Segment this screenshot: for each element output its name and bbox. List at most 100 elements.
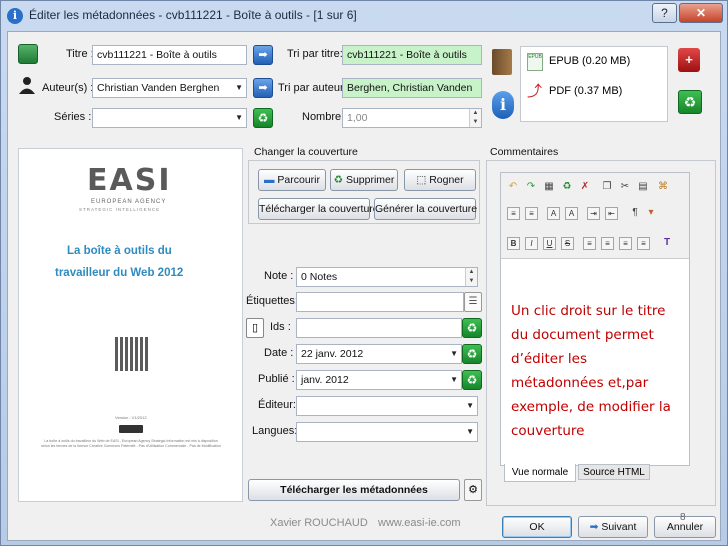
chevron-down-icon: ▼ [466, 401, 474, 410]
dialog-body: Titre : cvb111221 - Boîte à outils ➡ Tri… [7, 31, 721, 541]
remove-format-icon[interactable]: ✗ [577, 179, 593, 195]
clear-date-button[interactable]: ♻ [462, 344, 482, 364]
remove-format-button[interactable]: ♻ [678, 90, 702, 114]
tags-input[interactable] [296, 292, 464, 312]
align-center-icon[interactable]: ≡ [601, 237, 614, 250]
copy-author-sort-button[interactable]: ➡ [253, 78, 273, 98]
clear-ids-button[interactable]: ♻ [462, 318, 482, 338]
author-person-icon[interactable] [18, 76, 36, 94]
add-format-icon[interactable]: + [678, 48, 700, 72]
book-icon[interactable] [492, 49, 512, 75]
chevron-down-icon: ▼ [235, 83, 243, 92]
number-label: Nombre: [302, 111, 345, 123]
paste-icon[interactable]: ▤ [635, 179, 651, 195]
date-combo[interactable]: 22 janv. 2012 ▼ [296, 344, 462, 364]
series-number-value: 1,00 [347, 112, 368, 124]
format-item-epub[interactable]: EPUB (0.20 MB) [549, 55, 630, 67]
sort-title-input[interactable]: cvb111221 - Boîte à outils [342, 45, 482, 65]
chevron-down-icon: ▼ [450, 375, 458, 384]
metadata-settings-icon[interactable]: ⚙ [464, 479, 482, 501]
download-cover-button[interactable]: Télécharger la couverture [258, 198, 379, 220]
cover-title-line1: La boîte à outils du [67, 245, 172, 257]
metadata-dialog: i Éditer les métadonnées - cvb111221 - B… [0, 0, 728, 546]
superscript-icon[interactable]: A [547, 207, 560, 220]
undo-icon[interactable]: ↶ [505, 179, 521, 195]
format-item-pdf[interactable]: PDF (0.37 MB) [549, 85, 622, 97]
cut-icon[interactable]: ✂ [617, 179, 633, 195]
next-button[interactable]: ➡ Suivant [578, 516, 648, 538]
info-icon: i [7, 8, 23, 24]
epub-icon: EPUB [527, 53, 543, 71]
recycle-icon[interactable]: ♻ [559, 179, 575, 195]
title-input[interactable]: cvb111221 - Boîte à outils [92, 45, 247, 65]
ok-button[interactable]: OK [502, 516, 572, 538]
close-button[interactable]: ✕ [679, 3, 723, 23]
author-value: Christian Vanden Berghen [97, 82, 220, 94]
strikethrough-icon[interactable]: S [561, 237, 574, 250]
edit-tags-icon[interactable]: ☰ [464, 292, 482, 312]
outdent-icon[interactable]: ⇤ [605, 207, 618, 220]
sort-title-label: Tri par titre: [287, 48, 343, 60]
info-icon[interactable]: i [492, 91, 514, 119]
title-bar: i Éditer les métadonnées - cvb111221 - B… [1, 1, 727, 29]
bullet-list-icon[interactable]: ≡ [507, 207, 520, 220]
editor-toolbar: ↶ ↷ ▦ ♻ ✗ ❐ ✂ ▤ ⌘ ≡ ≡ A A ⇥ ⇤ ¶ ▾ B I U [501, 173, 689, 259]
tab-normal-view[interactable]: Vue normale [504, 464, 576, 482]
spin-buttons[interactable]: ▲ ▼ [465, 268, 477, 286]
publisher-combo[interactable]: ▼ [296, 396, 478, 416]
recycle-icon: ♻ [333, 174, 344, 186]
spin-buttons[interactable]: ▲ ▼ [469, 109, 481, 127]
copy-title-sort-button[interactable]: ➡ [253, 45, 273, 65]
download-metadata-button[interactable]: Télécharger les métadonnées [248, 479, 460, 501]
numbered-list-icon[interactable]: ≡ [525, 207, 538, 220]
comments-editor[interactable]: ↶ ↷ ▦ ♻ ✗ ❐ ✂ ▤ ⌘ ≡ ≡ A A ⇥ ⇤ ¶ ▾ B I U [500, 172, 690, 466]
help-button[interactable]: ? [652, 3, 677, 23]
pdf-icon: ⤴ [527, 83, 543, 100]
select-all-icon[interactable]: ▦ [541, 179, 557, 195]
italic-icon[interactable]: I [525, 237, 538, 250]
cover-title-line2: travailleur du Web 2012 [55, 267, 184, 279]
cover-license-text: La boîte à outils du travailleur du Web … [41, 439, 221, 448]
languages-combo[interactable]: ▼ [296, 422, 478, 442]
footer-author: Xavier ROUCHAUD [270, 517, 368, 529]
trim-cover-button[interactable]: ⬚ Rogner [404, 169, 476, 191]
align-left-icon[interactable]: ≡ [583, 237, 596, 250]
clear-series-button[interactable]: ♻ [253, 108, 273, 128]
published-combo[interactable]: janv. 2012 ▼ [296, 370, 462, 390]
tags-label: Étiquettes: [246, 295, 298, 307]
date-value: 22 janv. 2012 [301, 348, 364, 360]
subscript-icon[interactable]: A [565, 207, 578, 220]
justify-icon[interactable]: ≡ [637, 237, 650, 250]
insert-image-icon[interactable]: ⌘ [655, 179, 671, 195]
tab-html-source[interactable]: Source HTML [578, 464, 650, 480]
formats-list[interactable]: EPUB EPUB (0.20 MB) ⤴ PDF (0.37 MB) [520, 46, 668, 122]
clear-published-button[interactable]: ♻ [462, 370, 482, 390]
swap-title-author-icon[interactable] [18, 44, 38, 64]
browse-cover-button[interactable]: ▬ Parcourir [258, 169, 326, 191]
font-color-icon[interactable]: T [659, 235, 675, 251]
cover-preview[interactable]: EASI EUROPEAN AGENCY STRATEGIC INTELLIGE… [18, 148, 243, 502]
highlight-icon[interactable]: ▾ [643, 205, 659, 221]
author-combo[interactable]: Christian Vanden Berghen ▼ [92, 78, 247, 98]
ids-book-icon[interactable]: ▯ [246, 318, 264, 338]
align-right-icon[interactable]: ≡ [619, 237, 632, 250]
series-combo[interactable]: ▼ [92, 108, 247, 128]
redo-icon[interactable]: ↷ [523, 179, 539, 195]
cc-license-badge [119, 425, 143, 433]
logo-subtitle-2: STRATEGIC INTELLIGENCE [79, 207, 161, 212]
ids-input[interactable] [296, 318, 462, 338]
underline-icon[interactable]: U [543, 237, 556, 250]
next-label: Suivant [601, 521, 637, 533]
copy-icon[interactable]: ❐ [599, 179, 615, 195]
change-cover-group-title: Changer la couverture [254, 146, 358, 158]
indent-icon[interactable]: ⇥ [587, 207, 600, 220]
text-direction-icon[interactable]: ¶ [627, 205, 643, 221]
chevron-down-icon: ▼ [235, 113, 243, 122]
delete-cover-button[interactable]: ♻ Supprimer [330, 169, 398, 191]
rating-input[interactable]: 0 Notes ▲ ▼ [296, 267, 478, 287]
bold-icon[interactable]: B [507, 237, 520, 250]
window-title: Éditer les métadonnées - cvb111221 - Boî… [29, 8, 357, 22]
series-number-input[interactable]: 1,00 ▲ ▼ [342, 108, 482, 128]
sort-author-input[interactable]: Berghen, Christian Vanden [342, 78, 482, 98]
generate-cover-button[interactable]: Générer la couverture [374, 198, 477, 220]
